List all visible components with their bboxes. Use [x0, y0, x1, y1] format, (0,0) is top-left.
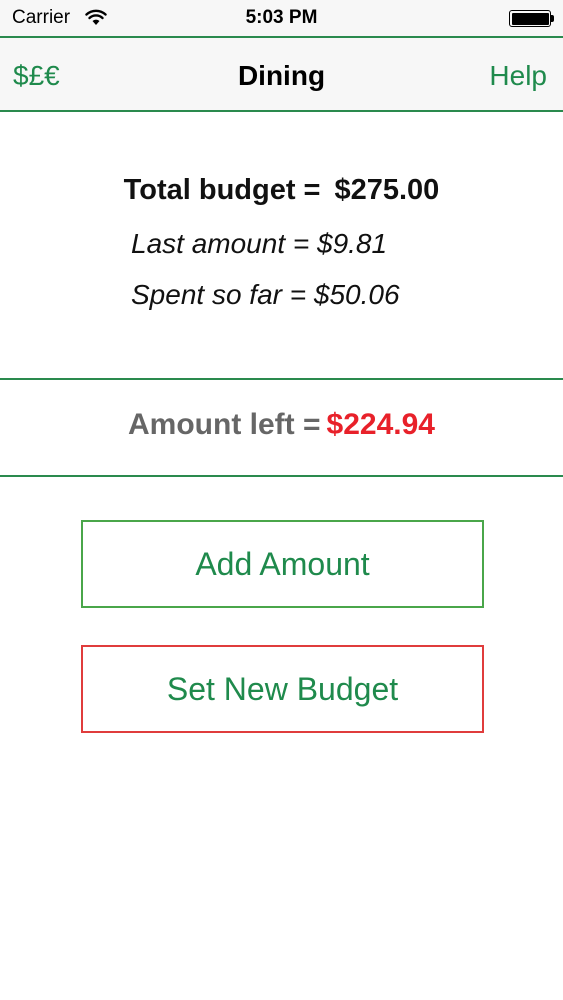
battery-tip [551, 15, 554, 22]
navigation-bar: $£€ Dining Help [0, 36, 563, 112]
divider-bottom [0, 475, 563, 477]
total-budget-label: Total budget = [123, 174, 321, 206]
status-time: 5:03 PM [245, 7, 318, 28]
divider-top [0, 378, 563, 380]
add-amount-button[interactable]: Add Amount [81, 520, 484, 608]
amount-left-label: Amount left = [128, 408, 321, 441]
spent-so-far-text: Spent so far = $50.06 [131, 279, 400, 310]
amount-left-value: $224.94 [326, 408, 435, 441]
amount-left-row: Amount left = $224.94 [0, 408, 563, 442]
last-amount-text: Last amount = $9.81 [131, 228, 388, 259]
budget-summary: Total budget = $275.00 Last amount = $9.8… [0, 112, 563, 380]
set-new-budget-button[interactable]: Set New Budget [81, 645, 484, 733]
total-budget-value: $275.00 [334, 174, 440, 206]
help-button[interactable]: Help [489, 60, 547, 92]
page-title: Dining [237, 60, 326, 91]
total-budget-row: Total budget = $275.00 [0, 174, 563, 207]
battery-icon [509, 10, 551, 27]
battery-level [511, 12, 549, 25]
status-bar: Carrier 5:03 PM [0, 0, 563, 36]
app-screen: Carrier 5:03 PM $£€ Dining Help Total bu… [0, 0, 563, 1000]
